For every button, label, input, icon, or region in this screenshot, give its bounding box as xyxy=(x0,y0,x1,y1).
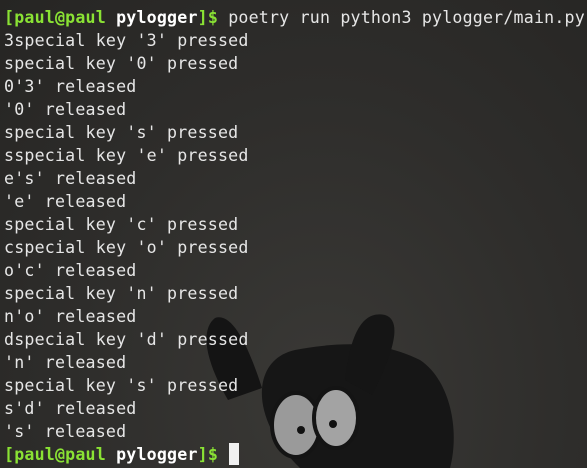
command-text: poetry run python3 pylogger/main.py xyxy=(228,8,585,27)
output-line: special key 's' pressed xyxy=(4,376,239,395)
output-line: 0'3' released xyxy=(4,77,137,96)
text-cursor[interactable] xyxy=(229,443,240,465)
output-line: special key 's' pressed xyxy=(4,123,239,142)
output-line: 's' released xyxy=(4,422,127,441)
output-line: 'n' released xyxy=(4,353,127,372)
output-line: special key 'c' pressed xyxy=(4,215,239,234)
output-line: dspecial key 'd' pressed xyxy=(4,330,249,349)
active-prompt-line[interactable]: [paul@paul pylogger]$ xyxy=(4,443,587,466)
output-line: o'c' released xyxy=(4,261,137,280)
terminal-output: [paul@paul pylogger]$ poetry run python3… xyxy=(4,6,587,466)
output-line: e's' released xyxy=(4,169,137,188)
output-line: '0' released xyxy=(4,100,127,119)
output-line: special key '0' pressed xyxy=(4,54,239,73)
output-line: 'e' released xyxy=(4,192,127,211)
prompt-directory: pylogger xyxy=(116,445,198,464)
prompt-user-host: [paul@paul xyxy=(4,445,106,464)
output-line: 3special key '3' pressed xyxy=(4,31,249,50)
output-line: s'd' released xyxy=(4,399,137,418)
prompt-user-host: [paul@paul xyxy=(4,8,106,27)
output-line: n'o' released xyxy=(4,307,137,326)
output-line: sspecial key 'e' pressed xyxy=(4,146,249,165)
output-line: cspecial key 'o' pressed xyxy=(4,238,249,257)
output-line: special key 'n' pressed xyxy=(4,284,239,303)
prompt-symbol: ]$ xyxy=(197,445,219,464)
terminal-window[interactable]: [paul@paul pylogger]$ poetry run python3… xyxy=(0,0,587,468)
prompt-directory: pylogger xyxy=(116,8,198,27)
prompt-symbol: ]$ xyxy=(197,8,219,27)
command-line: [paul@paul pylogger]$ poetry run python3… xyxy=(4,6,587,29)
